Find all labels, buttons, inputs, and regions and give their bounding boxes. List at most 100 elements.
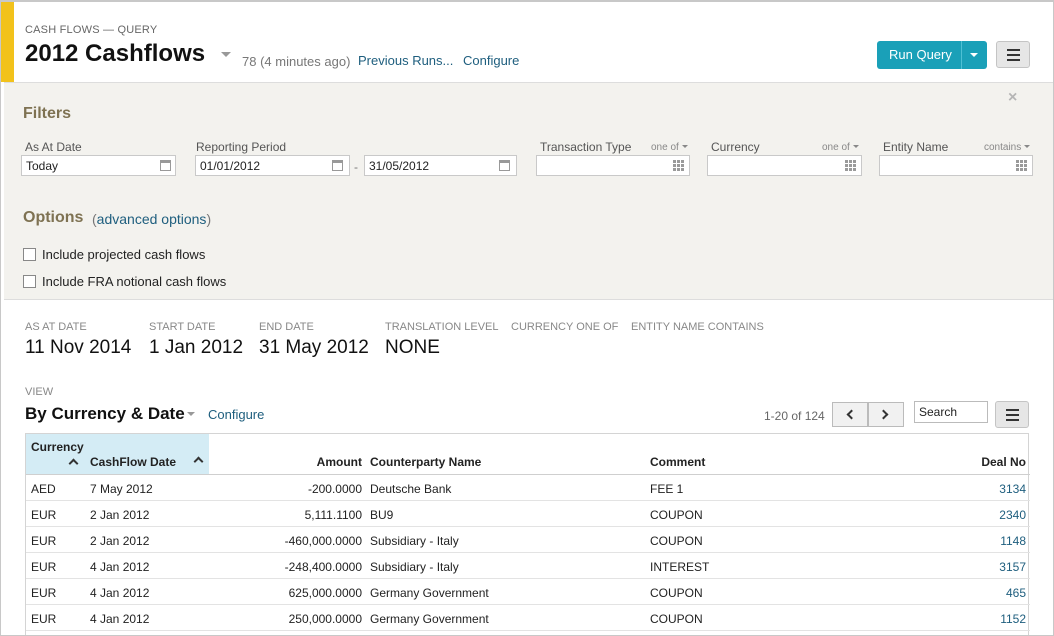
summary-end-label: END DATE [259, 321, 314, 333]
cell-currency: EUR [31, 534, 57, 548]
run-query-button[interactable]: Run Query [877, 41, 987, 69]
summary-as-at-label: AS AT DATE [25, 321, 87, 333]
transaction-type-field[interactable] [536, 155, 690, 176]
table-row[interactable]: AED 7 May 2012 -200.0000 Deutsche Bank F… [26, 475, 1030, 501]
button-separator [961, 41, 962, 69]
col-comment[interactable]: Comment [650, 455, 705, 469]
cell-comment: INTEREST [650, 560, 710, 574]
as-at-date-field[interactable]: Today [21, 155, 176, 176]
cell-date: 4 Jan 2012 [90, 560, 150, 574]
cell-currency: EUR [31, 508, 57, 522]
next-page-button[interactable] [868, 402, 904, 427]
cell-deal-link[interactable]: 1152 [926, 612, 1026, 626]
entity-name-modifier[interactable]: contains [984, 142, 1031, 153]
page-title: 2012 Cashflows [25, 40, 206, 67]
transaction-type-label: Transaction Type [540, 140, 632, 154]
table-row[interactable]: EUR 2 Jan 2012 -460,000.0000 Subsidiary … [26, 527, 1030, 553]
cell-amount: -200.0000 [307, 482, 362, 496]
cell-currency: EUR [31, 586, 57, 600]
transaction-type-modifier[interactable]: one of [651, 142, 688, 153]
currency-field[interactable] [707, 155, 862, 176]
paging-info: 1-20 of 124 [764, 409, 825, 423]
previous-page-button[interactable] [832, 402, 868, 427]
multi-select-grid-icon[interactable] [845, 160, 856, 171]
chevron-right-icon [878, 409, 889, 420]
cell-deal-link[interactable]: 1148 [926, 534, 1026, 548]
calendar-icon[interactable] [499, 160, 510, 171]
period-to-value: 31/05/2012 [369, 159, 430, 173]
breadcrumb: CASH FLOWS — QUERY [25, 24, 158, 36]
hamburger-menu-icon[interactable] [996, 41, 1030, 68]
col-deal-no[interactable]: Deal No [926, 455, 1026, 469]
cell-deal-link[interactable]: 465 [926, 586, 1026, 600]
period-from-field[interactable]: 01/01/2012 [195, 155, 350, 176]
table-row[interactable]: EUR 4 Jan 2012 -248,400.0000 Subsidiary … [26, 553, 1030, 579]
cell-currency: AED [31, 482, 56, 496]
cell-amount: 625,000.0000 [288, 586, 362, 600]
table-row[interactable]: EUR 2 Jan 2012 5,111.1100 BU9 COUPON 234… [26, 501, 1030, 527]
options-title: Options [23, 209, 84, 226]
cell-comment: COUPON [650, 612, 703, 626]
advanced-options: (advanced options) [92, 211, 212, 227]
summary-start-value: 1 Jan 2012 [149, 337, 244, 358]
reporting-period-label: Reporting Period [196, 140, 287, 154]
group-header-label: Currency [31, 440, 84, 454]
configure-link[interactable]: Configure [463, 53, 519, 68]
currency-modifier[interactable]: one of [822, 142, 859, 153]
title-caret-icon[interactable] [221, 52, 231, 57]
entity-name-field[interactable] [879, 155, 1033, 176]
cell-comment: FEE 1 [650, 482, 684, 496]
filters-panel: Filters × As At Date Today Reporting Per… [4, 82, 1054, 300]
cell-amount: -460,000.0000 [284, 534, 362, 548]
view-caret-icon[interactable] [187, 412, 195, 416]
table-row[interactable]: EUR 4 Jan 2012 250,000.0000 Germany Gove… [26, 605, 1030, 631]
cell-date: 4 Jan 2012 [90, 612, 150, 626]
col-cashflow-date[interactable]: CashFlow Date [90, 455, 176, 469]
fra-notional-label: Include FRA notional cash flows [42, 274, 227, 289]
accent-bar [0, 0, 14, 82]
entity-name-label: Entity Name [883, 140, 949, 154]
summary-start-label: START DATE [149, 321, 216, 333]
summary-entity-label: ENTITY NAME CONTAINS [631, 321, 764, 333]
previous-runs-link[interactable]: Previous Runs... [358, 53, 453, 68]
summary-translation-value: NONE [385, 337, 440, 358]
calendar-icon[interactable] [160, 160, 171, 171]
filters-title: Filters [23, 105, 72, 122]
cell-deal-link[interactable]: 3134 [926, 482, 1026, 496]
multi-select-grid-icon[interactable] [1016, 160, 1027, 171]
summary-currency-label: CURRENCY ONE OF [511, 321, 619, 333]
cell-amount: -248,400.0000 [284, 560, 362, 574]
cell-date: 2 Jan 2012 [90, 508, 150, 522]
cell-counterparty: Germany Government [370, 612, 489, 626]
multi-select-grid-icon[interactable] [673, 160, 684, 171]
cell-deal-link[interactable]: 3157 [926, 560, 1026, 574]
table-row[interactable]: EUR 4 Jan 2012 625,000.0000 Germany Gove… [26, 579, 1030, 605]
dropdown-caret-icon[interactable] [970, 53, 978, 57]
period-from-value: 01/01/2012 [200, 159, 261, 173]
col-amount[interactable]: Amount [262, 455, 362, 469]
cell-amount: 250,000.0000 [288, 612, 362, 626]
advanced-options-link[interactable]: advanced options [97, 211, 207, 227]
cell-date: 7 May 2012 [90, 482, 153, 496]
cell-comment: COUPON [650, 534, 703, 548]
fra-notional-checkbox[interactable] [23, 275, 36, 288]
view-configure-link[interactable]: Configure [208, 407, 264, 422]
cell-counterparty: Deutsche Bank [370, 482, 452, 496]
period-separator: - [354, 160, 358, 174]
cell-counterparty: BU9 [370, 508, 394, 522]
calendar-icon[interactable] [332, 160, 343, 171]
search-input[interactable]: Search [914, 401, 988, 423]
cell-currency: EUR [31, 612, 57, 626]
cashflow-table: Currency CashFlow Date Amount Counterpar… [25, 433, 1030, 636]
period-to-field[interactable]: 31/05/2012 [364, 155, 517, 176]
cell-amount: 5,111.1100 [304, 508, 362, 522]
close-icon[interactable]: × [1008, 89, 1017, 107]
projected-cashflows-checkbox[interactable] [23, 248, 36, 261]
col-counterparty[interactable]: Counterparty Name [370, 455, 481, 469]
currency-label: Currency [711, 140, 760, 154]
cell-deal-link[interactable]: 2340 [926, 508, 1026, 522]
hamburger-menu-icon[interactable] [995, 401, 1029, 428]
cell-date: 4 Jan 2012 [90, 586, 150, 600]
run-query-label: Run Query [889, 47, 952, 62]
cell-counterparty: Subsidiary - Italy [370, 534, 459, 548]
